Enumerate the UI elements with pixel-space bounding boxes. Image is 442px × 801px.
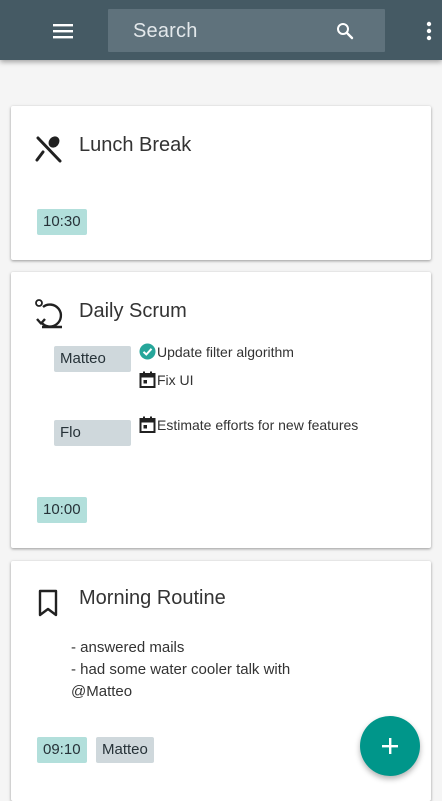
restore-icon	[34, 297, 64, 329]
time-chip: 10:00	[37, 497, 87, 523]
task-label: Update filter algorithm	[157, 344, 294, 360]
more-vert-icon[interactable]	[422, 20, 436, 42]
event-card-lunch-break[interactable]: Lunch Break 10:30	[11, 106, 431, 260]
hamburger-menu-icon[interactable]	[51, 20, 75, 42]
note-line: @Matteo	[71, 683, 133, 700]
bookmark-icon	[34, 588, 64, 618]
search-input[interactable]: Search	[108, 9, 385, 52]
time-chip: 09:10	[37, 737, 87, 763]
card-title: Lunch Break	[79, 134, 192, 156]
participant-chip: Flo	[54, 420, 131, 446]
utensils-icon	[34, 134, 64, 164]
task-label: Estimate efforts for new features	[157, 417, 359, 433]
note-line: - had some water cooler talk with	[71, 661, 291, 678]
note-text: - answered mails - had some water cooler…	[71, 637, 371, 703]
card-title: Daily Scrum	[79, 300, 187, 322]
calendar-icon	[139, 371, 156, 388]
person-chip: Matteo	[96, 737, 154, 763]
calendar-icon	[139, 416, 156, 433]
app-bar: Search	[0, 0, 442, 60]
add-icon	[382, 738, 398, 754]
search-icon[interactable]	[336, 22, 354, 40]
participant-chip: Matteo	[54, 346, 131, 372]
task-label: Fix UI	[157, 372, 194, 388]
add-button[interactable]	[360, 716, 420, 776]
check-circle-icon	[139, 343, 156, 360]
note-line: - answered mails	[71, 639, 185, 656]
time-chip: 10:30	[37, 209, 87, 235]
search-placeholder: Search	[133, 20, 198, 42]
event-card-daily-scrum[interactable]: Daily Scrum Matteo Update filter algorit…	[11, 272, 431, 548]
card-title: Morning Routine	[79, 587, 226, 609]
